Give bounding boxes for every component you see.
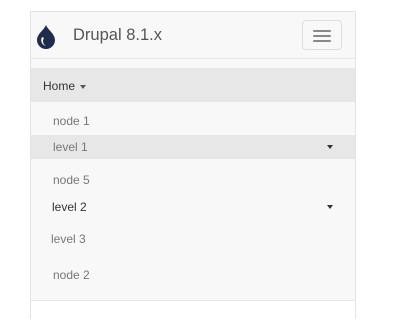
- drupal-drop-icon: [36, 25, 56, 49]
- menu-item-label: node 5: [53, 173, 90, 187]
- menu-item-label: node 1: [53, 114, 90, 128]
- navbar-toggle-button[interactable]: [302, 20, 342, 50]
- menu-item-home[interactable]: Home: [31, 68, 355, 102]
- page-frame: Drupal 8.1.x Home node 1 level 1 node 5 …: [30, 11, 356, 321]
- menu-item-level-3[interactable]: level 3: [31, 231, 355, 251]
- menu-item-level-2[interactable]: level 2: [31, 199, 355, 219]
- menu-item-node-5[interactable]: node 5: [31, 172, 355, 192]
- menu-item-node-2[interactable]: node 2: [31, 267, 355, 287]
- page-content-area: [31, 300, 355, 321]
- menu-item-node-1[interactable]: node 1: [31, 113, 355, 133]
- menu-item-label: level 2: [52, 200, 87, 214]
- navbar: Drupal 8.1.x: [31, 12, 355, 59]
- brand-name[interactable]: Drupal 8.1.x: [73, 25, 162, 45]
- menu-item-label: Home: [43, 79, 76, 93]
- menu-item-label: node 2: [53, 268, 90, 282]
- menu-item-label: level 3: [51, 232, 86, 246]
- caret-down-icon: [327, 205, 333, 209]
- menu-item-label: level 1: [53, 140, 88, 154]
- menu-item-level-1[interactable]: level 1: [31, 135, 355, 159]
- caret-down-icon: [327, 145, 333, 149]
- caret-down-icon: [80, 84, 87, 89]
